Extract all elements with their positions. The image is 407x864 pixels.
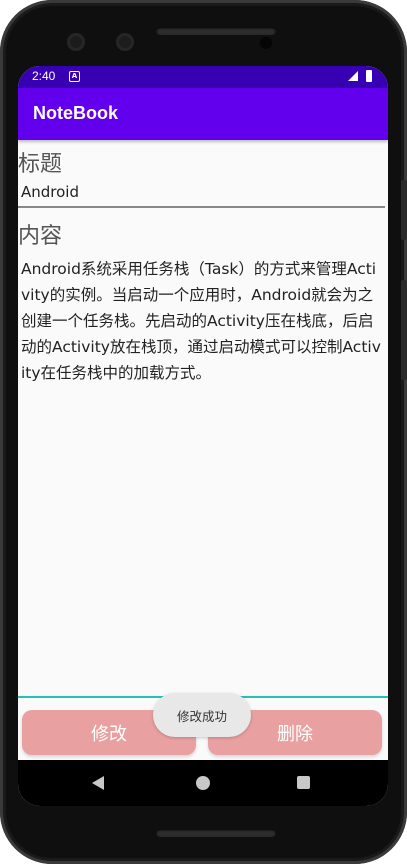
signal-icon	[348, 71, 358, 81]
app-bar: NoteBook	[18, 88, 388, 140]
content-input[interactable]: Android系统采用任务栈（Task）的方式来管理Activity的实例。当启…	[21, 256, 381, 696]
screen: 2:40 A NoteBook 标题 内容 Android系统采用任务栈（Tas…	[18, 66, 388, 806]
bottom-speaker	[156, 829, 276, 837]
title-label: 标题	[18, 152, 63, 177]
toast-message: 修改成功	[153, 693, 251, 737]
back-icon[interactable]	[92, 776, 104, 790]
home-icon[interactable]	[196, 776, 210, 790]
app-title: NoteBook	[33, 103, 118, 123]
battery-icon	[366, 70, 372, 82]
phone-frame: 2:40 A NoteBook 标题 内容 Android系统采用任务栈（Tas…	[0, 0, 407, 864]
title-input[interactable]	[18, 178, 385, 208]
nav-bar	[18, 760, 388, 806]
content-label: 内容	[18, 224, 63, 249]
status-bar: 2:40 A	[18, 66, 388, 88]
status-time: 2:40	[32, 69, 56, 83]
power-button[interactable]	[401, 180, 407, 240]
front-camera-icon	[67, 33, 85, 51]
android-notification-icon: A	[69, 71, 80, 82]
sensor-icon	[260, 37, 272, 49]
volume-button[interactable]	[401, 280, 407, 380]
front-camera-2-icon	[116, 33, 134, 51]
recents-icon[interactable]	[297, 776, 310, 789]
top-speaker	[156, 27, 276, 35]
